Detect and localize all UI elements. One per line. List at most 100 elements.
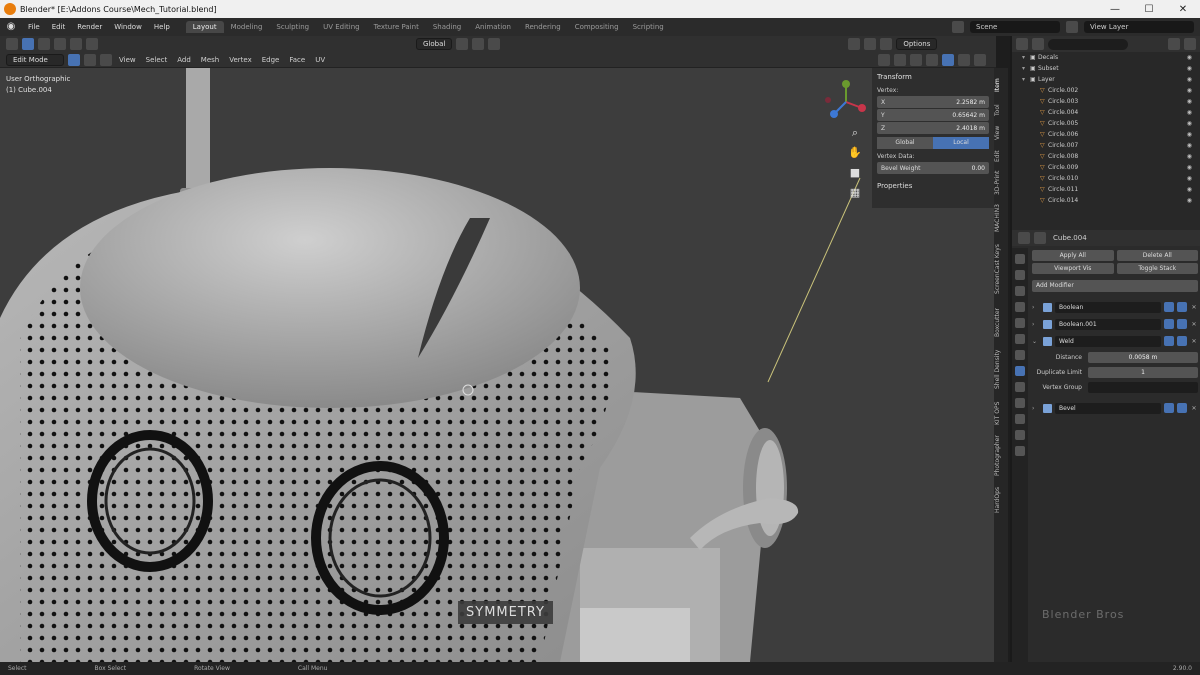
proportional-edit-icon[interactable] bbox=[488, 38, 501, 50]
remove-modifier-icon[interactable]: ✕ bbox=[1190, 338, 1198, 345]
camera-icon[interactable]: ■ bbox=[848, 166, 862, 180]
outliner-editor-icon[interactable] bbox=[1016, 38, 1028, 50]
visibility-eye-icon[interactable]: ◉ bbox=[1187, 197, 1192, 204]
grid-icon[interactable]: ▦ bbox=[848, 186, 862, 200]
material-tab-icon[interactable] bbox=[1015, 446, 1025, 456]
apply-all-button[interactable]: Apply All bbox=[1032, 250, 1114, 261]
vertex-x-field[interactable]: X 2.2582 m bbox=[877, 96, 989, 108]
select-mode-new-icon[interactable] bbox=[38, 38, 50, 50]
scene-tab-icon[interactable] bbox=[1015, 318, 1025, 328]
outliner-row[interactable]: ▾ ▣ Layer ◉ bbox=[1012, 74, 1200, 85]
blender-menu-icon[interactable]: ◉ bbox=[4, 20, 18, 34]
vertex-select-icon[interactable] bbox=[68, 53, 80, 66]
outliner-row[interactable]: ▽ Circle.003 ◉ bbox=[1012, 96, 1200, 107]
editmode-toggle-icon[interactable] bbox=[1164, 336, 1174, 346]
pan-hand-icon[interactable]: ✋ bbox=[848, 146, 862, 160]
remove-modifier-icon[interactable]: ✕ bbox=[1190, 321, 1198, 328]
expand-chevron-icon[interactable]: › bbox=[1032, 304, 1040, 311]
gizmo-toggle-icon[interactable] bbox=[878, 53, 890, 66]
outliner-row[interactable]: ▽ Circle.005 ◉ bbox=[1012, 118, 1200, 129]
face-select-icon[interactable] bbox=[100, 53, 112, 66]
outliner-row[interactable]: ▽ Circle.002 ◉ bbox=[1012, 85, 1200, 96]
tab-shading[interactable]: Shading bbox=[426, 21, 468, 33]
outliner-row[interactable]: ▽ Circle.006 ◉ bbox=[1012, 129, 1200, 140]
outliner-row[interactable]: ▽ Circle.014 ◉ bbox=[1012, 195, 1200, 206]
properties-heading[interactable]: Properties bbox=[877, 182, 989, 190]
mode-dropdown[interactable]: Edit Mode bbox=[6, 53, 64, 66]
menu-help[interactable]: Help bbox=[148, 23, 176, 31]
menu-window[interactable]: Window bbox=[108, 23, 148, 31]
render-tab-icon[interactable] bbox=[1015, 270, 1025, 280]
mirror-z-icon[interactable] bbox=[880, 38, 893, 50]
wireframe-shading-icon[interactable] bbox=[926, 53, 938, 66]
menu-render[interactable]: Render bbox=[71, 23, 108, 31]
viewport-toggle-icon[interactable] bbox=[1177, 403, 1187, 413]
minimize-button[interactable]: — bbox=[1098, 4, 1132, 15]
modifier-name-field[interactable]: Bevel bbox=[1055, 402, 1161, 414]
menu-uv[interactable]: UV bbox=[312, 56, 328, 64]
tab-animation[interactable]: Animation bbox=[468, 21, 518, 33]
tab-screencast-keys[interactable]: ScreenCast Keys bbox=[994, 238, 1008, 300]
duplicate-limit-field[interactable]: 1 bbox=[1088, 366, 1198, 378]
tab-edit[interactable]: Edit bbox=[994, 146, 1008, 166]
visibility-eye-icon[interactable]: ◉ bbox=[1187, 98, 1192, 105]
solid-shading-icon[interactable] bbox=[942, 53, 954, 66]
menu-view[interactable]: View bbox=[116, 56, 139, 64]
modifier-weld[interactable]: ⌄ Weld ✕ bbox=[1032, 334, 1198, 348]
viewport-toggle-icon[interactable] bbox=[1177, 319, 1187, 329]
tab-layout[interactable]: Layout bbox=[185, 21, 224, 33]
overlay-toggle-icon[interactable] bbox=[894, 53, 906, 66]
visibility-eye-icon[interactable]: ◉ bbox=[1187, 87, 1192, 94]
tab-texture-paint[interactable]: Texture Paint bbox=[367, 21, 426, 33]
data-tab-icon[interactable] bbox=[1015, 430, 1025, 440]
outliner-search-input[interactable] bbox=[1048, 38, 1128, 50]
view-layer-tab-icon[interactable] bbox=[1015, 302, 1025, 312]
expand-chevron-icon[interactable]: › bbox=[1032, 321, 1040, 328]
tab-hardops[interactable]: HardOps bbox=[994, 482, 1008, 518]
scene-selector[interactable]: Scene bbox=[970, 21, 1060, 33]
options-dropdown[interactable]: Options bbox=[896, 38, 938, 50]
viewport-vis-button[interactable]: Viewport Vis bbox=[1032, 263, 1114, 274]
select-mode-extend-icon[interactable] bbox=[54, 38, 66, 50]
tab-kit-ops[interactable]: KIT OPS bbox=[994, 396, 1008, 430]
tab-machin3[interactable]: MACHIN3 bbox=[994, 200, 1008, 236]
select-mode-subtract-icon[interactable] bbox=[70, 38, 82, 50]
tab-uv-editing[interactable]: UV Editing bbox=[316, 21, 367, 33]
tab-sculpting[interactable]: Sculpting bbox=[269, 21, 316, 33]
edge-select-icon[interactable] bbox=[84, 53, 96, 66]
modifier-name-field[interactable]: Weld bbox=[1055, 335, 1161, 347]
add-modifier-dropdown[interactable]: Add Modifier bbox=[1032, 280, 1198, 292]
outliner-row[interactable]: ▽ Circle.009 ◉ bbox=[1012, 162, 1200, 173]
tab-boxcutter[interactable]: Boxcutter bbox=[994, 302, 1008, 342]
outliner-row[interactable]: ▽ Circle.011 ◉ bbox=[1012, 184, 1200, 195]
output-tab-icon[interactable] bbox=[1015, 286, 1025, 296]
editmode-toggle-icon[interactable] bbox=[1164, 403, 1174, 413]
visibility-eye-icon[interactable]: ◉ bbox=[1187, 175, 1192, 182]
visibility-eye-icon[interactable]: ◉ bbox=[1187, 76, 1192, 83]
tab-view[interactable]: View bbox=[994, 122, 1008, 144]
tab-3d-print[interactable]: 3D-Print bbox=[994, 168, 1008, 198]
maximize-button[interactable]: ☐ bbox=[1132, 4, 1166, 15]
tab-tool[interactable]: Tool bbox=[994, 100, 1008, 120]
collapse-chevron-icon[interactable]: ⌄ bbox=[1032, 338, 1040, 345]
menu-face[interactable]: Face bbox=[286, 56, 308, 64]
3d-viewport[interactable]: User Orthographic (1) Cube.004 ⌕ ✋ ■ ▦ S… bbox=[0, 68, 996, 662]
modifier-name-field[interactable]: Boolean bbox=[1055, 301, 1161, 313]
physics-tab-icon[interactable] bbox=[1015, 398, 1025, 408]
view-layer-selector[interactable]: View Layer bbox=[1084, 21, 1194, 33]
world-tab-icon[interactable] bbox=[1015, 334, 1025, 344]
delete-all-button[interactable]: Delete All bbox=[1116, 250, 1198, 261]
expand-triangle-icon[interactable]: ▾ bbox=[1022, 76, 1030, 83]
vertex-group-field[interactable] bbox=[1088, 381, 1198, 393]
navigation-gizmo[interactable] bbox=[822, 78, 870, 126]
expand-triangle-icon[interactable]: ▾ bbox=[1022, 54, 1030, 61]
remove-modifier-icon[interactable]: ✕ bbox=[1190, 405, 1198, 412]
tab-shell-density[interactable]: Shell Density bbox=[994, 344, 1008, 394]
tab-rendering[interactable]: Rendering bbox=[518, 21, 568, 33]
visibility-eye-icon[interactable]: ◉ bbox=[1187, 164, 1192, 171]
outliner-row[interactable]: ▽ Circle.007 ◉ bbox=[1012, 140, 1200, 151]
outliner-row[interactable]: ▾ ▣ Subset ◉ bbox=[1012, 63, 1200, 74]
visibility-eye-icon[interactable]: ◉ bbox=[1187, 65, 1192, 72]
menu-add[interactable]: Add bbox=[174, 56, 194, 64]
local-toggle[interactable]: Local bbox=[933, 137, 989, 149]
